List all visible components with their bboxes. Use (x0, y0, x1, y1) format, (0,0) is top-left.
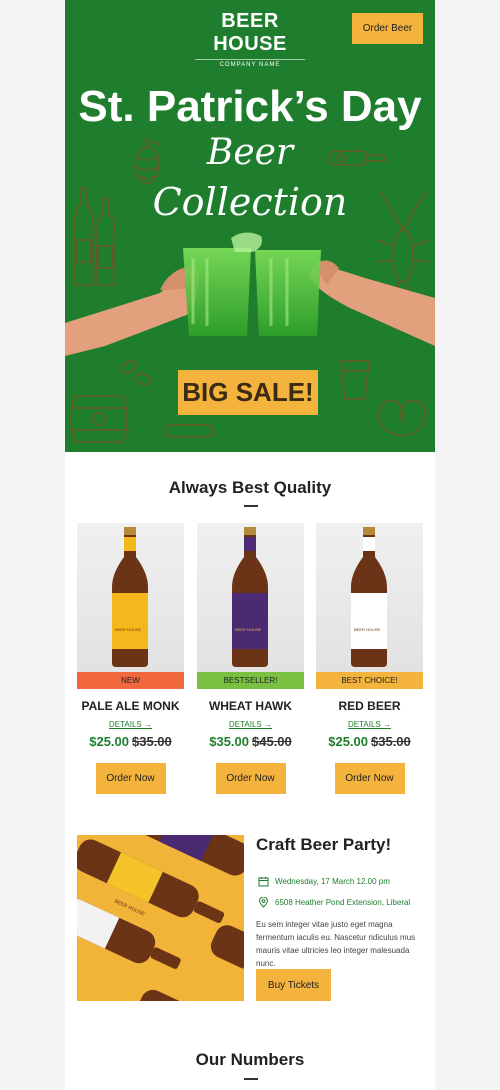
order-now-button[interactable]: Order Now (215, 763, 286, 794)
location-pin-icon (258, 897, 269, 908)
bottle-neck-label (124, 537, 136, 551)
pretzel-doodle (378, 399, 426, 437)
bottle-label-text: BEER HOUSE (354, 627, 381, 632)
product-card: BEER HOUSE NEW PALE ALE MONK DETAILS → $… (77, 523, 184, 794)
event-date: Wednesday, 17 March 12.00 pm (258, 876, 390, 887)
big-sale-banner[interactable]: BIG SALE! (178, 370, 318, 415)
product-price: $25.00 $35.00 (316, 734, 423, 749)
barrel-doodle (69, 395, 129, 443)
product-badge: NEW (77, 672, 184, 689)
product-price: $25.00 $35.00 (77, 734, 184, 749)
old-price: $45.00 (252, 734, 292, 749)
sausage-doodle (164, 424, 214, 438)
event-description: Eu sem integer vitae justo eget magna fe… (256, 920, 416, 968)
quality-section-title: Always Best Quality (168, 478, 332, 497)
event-location-text: 6508 Heather Pond Extension, Liberal (275, 898, 411, 907)
event-location: 6508 Heather Pond Extension, Liberal (258, 897, 410, 908)
bottle-label (232, 593, 268, 649)
product-name: PALE ALE MONK (81, 699, 180, 713)
current-price: $25.00 (89, 734, 129, 749)
product-name: WHEAT HAWK (208, 699, 293, 713)
bottle-label (112, 593, 148, 649)
product-price: $35.00 $45.00 (197, 734, 304, 749)
bottle-label-text: BEER HOUSE (115, 627, 142, 632)
numbers-section-title: Our Numbers (195, 1050, 305, 1069)
beer-bottle-icon (232, 527, 268, 667)
hero-banner: BEER HOUSE COMPANY NAME Order Beer St. P… (65, 0, 435, 452)
logo-subtitle: COMPANY NAME (195, 59, 305, 68)
product-image[interactable]: BEER HOUSE (77, 523, 184, 672)
calendar-icon (258, 877, 269, 887)
order-now-button[interactable]: Order Now (95, 763, 166, 794)
event-image[interactable]: BEER HOUSE (77, 835, 244, 1001)
email-page: BEER HOUSE COMPANY NAME Order Beer St. P… (65, 0, 435, 1090)
product-badge: BESTSELLER! (197, 672, 304, 689)
bottle-label (351, 593, 387, 649)
bottle-neck-label (244, 537, 256, 551)
product-image[interactable]: BEER HOUSE (197, 523, 304, 672)
product-name: RED BEER (338, 699, 401, 713)
current-price: $35.00 (209, 734, 249, 749)
event-title: Craft Beer Party! (256, 835, 392, 854)
product-details-link[interactable]: DETAILS → (77, 720, 184, 729)
title-divider (244, 1078, 258, 1080)
toasting-beer-mugs-image (65, 232, 435, 356)
brand-logo[interactable]: BEER HOUSE COMPANY NAME (195, 10, 305, 68)
hero-script-collection: Collection (152, 180, 348, 224)
bottle-label-text: BEER HOUSE (235, 627, 262, 632)
order-now-button[interactable]: Order Now (334, 763, 405, 794)
beer-bottle-icon (351, 527, 387, 667)
title-divider (244, 505, 258, 507)
hero-title: St. Patrick’s Day (78, 82, 422, 131)
event-date-text: Wednesday, 17 March 12.00 pm (275, 877, 390, 886)
old-price: $35.00 (132, 734, 172, 749)
product-card: BEER HOUSE BESTSELLER! WHEAT HAWK DETAIL… (197, 523, 304, 794)
hero-script-beer: Beer (206, 132, 294, 173)
order-beer-button[interactable]: Order Beer (352, 13, 423, 44)
current-price: $25.00 (328, 734, 368, 749)
product-card: BEER HOUSE BEST CHOICE! RED BEER DETAILS… (316, 523, 423, 794)
buy-tickets-button[interactable]: Buy Tickets (256, 969, 331, 1001)
bottles-pattern-image (77, 835, 244, 1001)
product-badge: BEST CHOICE! (316, 672, 423, 689)
product-details-link[interactable]: DETAILS → (316, 720, 423, 729)
bottle-neck-label (363, 537, 375, 551)
old-price: $35.00 (371, 734, 411, 749)
logo-title: BEER HOUSE (213, 10, 287, 55)
product-details-link[interactable]: DETAILS → (197, 720, 304, 729)
product-image[interactable]: BEER HOUSE (316, 523, 423, 672)
beer-bottle-icon (112, 527, 148, 667)
